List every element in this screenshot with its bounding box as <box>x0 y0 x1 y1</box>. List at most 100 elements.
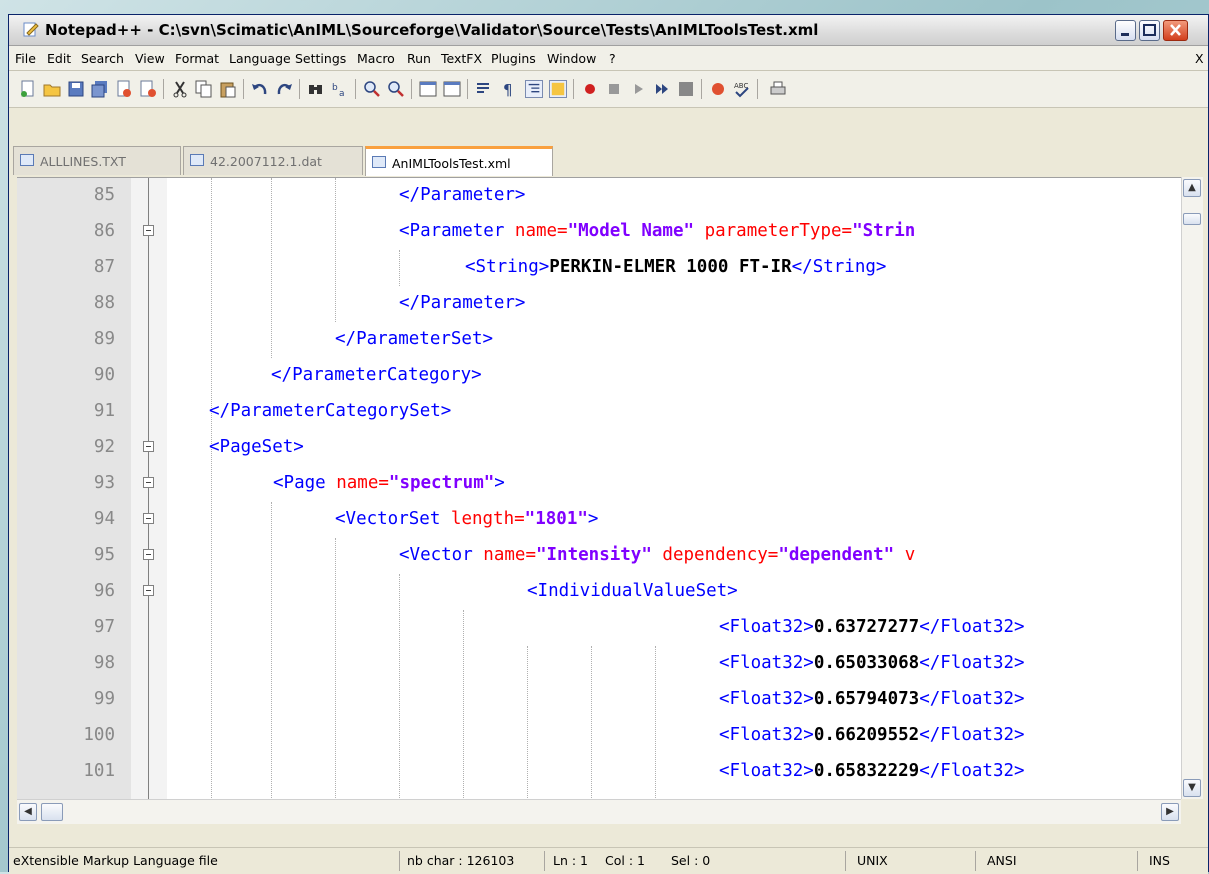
menu-language[interactable]: Language <box>229 51 291 66</box>
vertical-scroll-thumb[interactable] <box>1183 213 1201 225</box>
close-icon <box>1170 24 1181 36</box>
show-all-chars-icon[interactable]: ¶ <box>499 80 517 98</box>
stop-macro-icon[interactable] <box>605 80 623 98</box>
status-insert-mode: INS <box>1149 853 1170 868</box>
code-line: 94 <VectorSet length="1801"> <box>17 502 1181 538</box>
code-token: 0.65794073 <box>813 689 920 709</box>
plugin-tool-icon[interactable] <box>709 80 727 98</box>
menu-help[interactable]: ? <box>609 51 616 66</box>
svg-text:¶: ¶ <box>503 81 513 98</box>
play-macro-icon[interactable] <box>629 80 647 98</box>
scroll-up-button[interactable]: ▲ <box>1183 179 1201 197</box>
sync-vertical-icon[interactable] <box>419 80 437 98</box>
indent-guide-icon[interactable] <box>525 80 543 98</box>
fold-toggle-icon[interactable] <box>143 513 154 524</box>
fold-toggle-icon[interactable] <box>143 225 154 236</box>
sync-horizontal-icon[interactable] <box>443 80 461 98</box>
code-token: <Float32> <box>719 653 814 673</box>
menu-file[interactable]: File <box>15 51 36 66</box>
vertical-scrollbar[interactable]: ▲ ▼ <box>1181 177 1203 799</box>
menu-view[interactable]: View <box>135 51 165 66</box>
code-line: 101 <Float32>0.65832229</Float32> <box>17 754 1181 790</box>
spell-check-icon[interactable]: ABC <box>733 80 751 98</box>
code-token: <VectorSet <box>335 509 451 529</box>
code-token: "spectrum" <box>388 473 495 493</box>
scroll-right-button[interactable]: ▶ <box>1161 803 1179 821</box>
fold-toggle-icon[interactable] <box>143 477 154 488</box>
close-file-icon[interactable] <box>115 80 133 98</box>
line-number: 96 <box>93 581 115 601</box>
code-token: name= <box>514 221 568 241</box>
line-number: 86 <box>93 221 115 241</box>
code-token: </Parameter> <box>399 293 526 313</box>
user-lang-icon[interactable] <box>549 80 567 98</box>
code-token: > <box>587 509 599 529</box>
code-token: </Float32> <box>919 653 1025 673</box>
record-macro-icon[interactable] <box>581 80 599 98</box>
code-token: parameterType= <box>694 221 853 241</box>
menu-macro[interactable]: Macro <box>357 51 395 66</box>
zoom-in-icon[interactable] <box>363 80 381 98</box>
fold-toggle-icon[interactable] <box>143 585 154 596</box>
fold-toggle-icon[interactable] <box>143 549 154 560</box>
line-number: 99 <box>93 689 115 709</box>
redo-icon[interactable] <box>275 80 293 98</box>
code-token: <Float32> <box>719 761 814 781</box>
close-button[interactable] <box>1163 20 1188 41</box>
tab-dat-file[interactable]: 42.2007112.1.dat <box>183 146 363 175</box>
run-macro-multiple-icon[interactable] <box>653 80 671 98</box>
menu-run[interactable]: Run <box>407 51 431 66</box>
code-token: 0.65033068 <box>813 653 920 673</box>
maximize-icon <box>1143 24 1156 36</box>
horizontal-scroll-thumb[interactable] <box>41 803 63 821</box>
code-token: </Float32> <box>919 617 1025 637</box>
line-number: 89 <box>93 329 115 349</box>
tab-alllines[interactable]: ALLLINES.TXT <box>13 146 181 175</box>
code-editor[interactable]: 85 </Parameter> 86 <Parameter name="Mode… <box>17 177 1181 800</box>
line-number: 88 <box>93 293 115 313</box>
menu-close-doc[interactable]: X <box>1195 51 1204 66</box>
scroll-down-button[interactable]: ▼ <box>1183 779 1201 797</box>
status-selection: Sel : 0 <box>671 853 711 868</box>
fold-toggle-icon[interactable] <box>143 441 154 452</box>
line-number: 94 <box>93 509 115 529</box>
menu-window[interactable]: Window <box>547 51 596 66</box>
menu-settings[interactable]: Settings <box>295 51 346 66</box>
code-token: <Page <box>273 473 337 493</box>
code-token: name= <box>483 545 536 565</box>
menu-format[interactable]: Format <box>175 51 219 66</box>
code-token: <Float32> <box>719 689 814 709</box>
tab-animltoolstest[interactable]: AnIMLToolsTest.xml <box>365 146 553 176</box>
maximize-button[interactable] <box>1139 20 1160 41</box>
menu-edit[interactable]: Edit <box>47 51 71 66</box>
open-file-icon[interactable] <box>43 80 61 98</box>
status-eol: UNIX <box>857 853 888 868</box>
code-token: <Parameter <box>399 221 515 241</box>
new-file-icon[interactable] <box>19 80 37 98</box>
save-all-icon[interactable] <box>91 80 109 98</box>
undo-icon[interactable] <box>251 80 269 98</box>
find-icon[interactable] <box>307 80 325 98</box>
copy-icon[interactable] <box>195 80 213 98</box>
save-icon[interactable] <box>67 80 85 98</box>
print-icon[interactable] <box>769 80 787 98</box>
line-number: 90 <box>93 365 115 385</box>
zoom-out-icon[interactable] <box>387 80 405 98</box>
word-wrap-icon[interactable] <box>475 80 493 98</box>
menu-plugins[interactable]: Plugins <box>491 51 536 66</box>
minimize-button[interactable] <box>1115 20 1136 41</box>
menu-textfx[interactable]: TextFX <box>441 51 482 66</box>
save-macro-icon[interactable] <box>677 80 695 98</box>
code-token: </Parameter> <box>399 185 526 205</box>
horizontal-scrollbar[interactable]: ◀ ▶ <box>17 799 1181 824</box>
menu-search[interactable]: Search <box>81 51 124 66</box>
scroll-left-button[interactable]: ◀ <box>19 803 37 821</box>
status-bar: eXtensible Markup Language file nb char … <box>9 847 1208 874</box>
replace-icon[interactable]: ba <box>331 80 349 98</box>
cut-icon[interactable] <box>171 80 189 98</box>
tab-label: 42.2007112.1.dat <box>210 154 322 169</box>
close-all-icon[interactable] <box>139 80 157 98</box>
code-line: 87 <String>PERKIN-ELMER 1000 FT-IR</Stri… <box>17 250 1181 286</box>
paste-icon[interactable] <box>219 80 237 98</box>
tab-label: AnIMLToolsTest.xml <box>392 156 511 171</box>
